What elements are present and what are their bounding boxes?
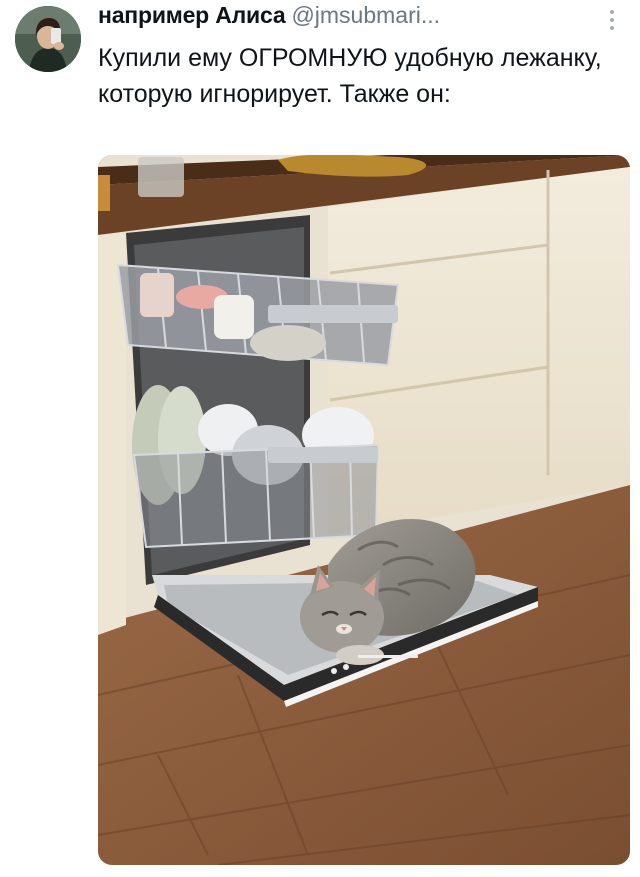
avatar[interactable]: [15, 6, 81, 72]
user-handle[interactable]: @jmsubmari...: [291, 2, 440, 28]
tweet-photo[interactable]: [98, 155, 630, 865]
tweet-text: Купили ему ОГРОМНУЮ удобную лежанку, кот…: [98, 44, 602, 108]
tweet-header: например Алиса @jmsubmari...: [98, 2, 598, 36]
user-avatar-icon: [15, 6, 81, 72]
display-name[interactable]: например Алиса: [98, 2, 286, 28]
photo-dishwasher-cat: [98, 155, 630, 865]
tweet: например Алиса @jmsubmari... Купили ему О…: [0, 0, 640, 877]
more-vertical-icon[interactable]: [606, 8, 618, 32]
